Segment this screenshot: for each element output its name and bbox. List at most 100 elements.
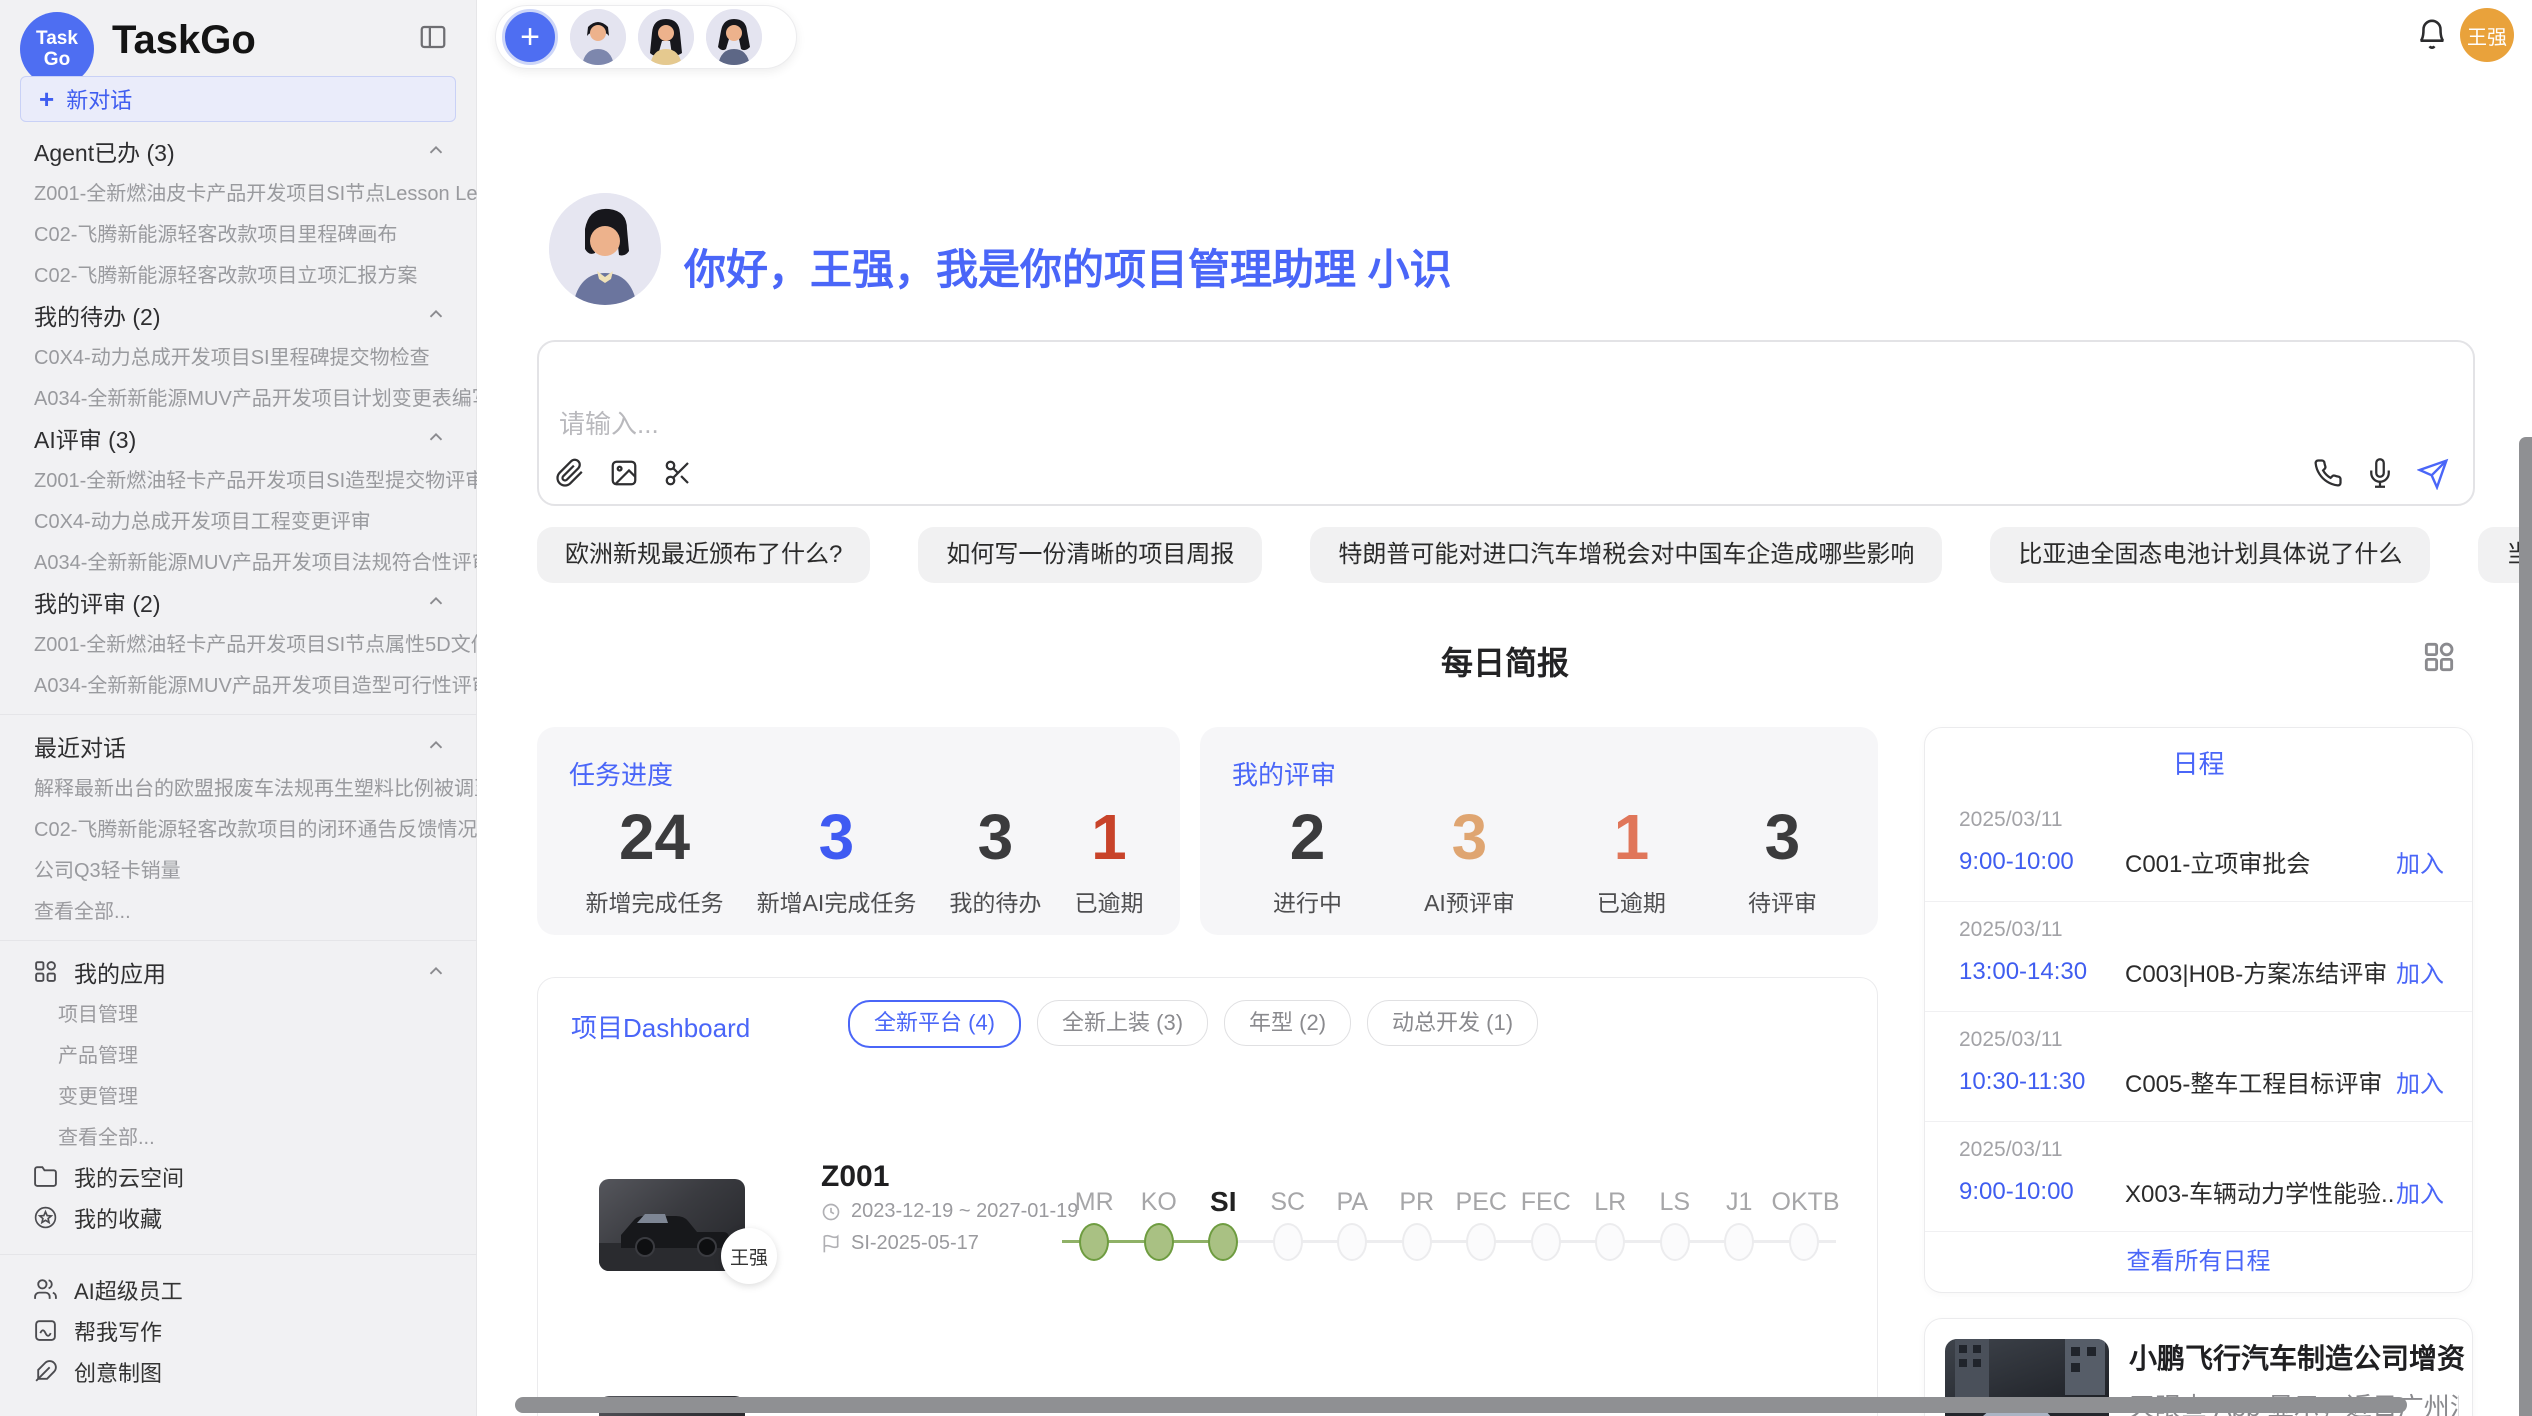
list-item[interactable]: C02-飞腾新能源轻客改款项目立项汇报方案 [0, 253, 477, 294]
project-row-z001[interactable]: 王强 Z001 2023-12-19 ~ 2027-01-19 SI-2025-… [538, 1076, 1879, 1236]
paperclip-icon[interactable] [555, 458, 587, 490]
sidebar-item-project-mgmt[interactable]: 项目管理 [0, 992, 477, 1033]
list-item[interactable]: C0X4-动力总成开发项目SI里程碑提交物检查 [0, 335, 477, 376]
sidebar-item-cloud-space[interactable]: 我的云空间 [0, 1156, 477, 1197]
schedule-event[interactable]: 2025/03/11 10:30-11:30C005-整车工程目标评审加入 [1925, 1012, 2472, 1122]
list-item[interactable]: Z001-全新燃油轻卡产品开发项目SI节点属性5D文件评审 [0, 622, 477, 663]
chevron-up-icon[interactable] [425, 304, 447, 326]
suggestion-chip[interactable]: 特朗普可能对进口汽车增税会对中国车企造成哪些影响 [1310, 527, 1942, 583]
sidebar-item-favorites[interactable]: 我的收藏 [0, 1197, 477, 1238]
sidebar-item-ai-super-staff[interactable]: AI超级员工 [0, 1269, 477, 1310]
milestone-label: LS [1643, 1182, 1708, 1222]
tab-new-platform[interactable]: 全新平台 (4) [848, 1000, 1021, 1048]
list-item[interactable]: Z001-全新燃油皮卡产品开发项目SI节点Lesson Learn报告 [0, 171, 477, 212]
milestone-node [1531, 1223, 1561, 1261]
image-icon[interactable] [609, 458, 641, 490]
user-name: 王强 [2467, 21, 2507, 50]
suggestion-chip[interactable]: 如何写一份清晰的项目周报 [918, 527, 1262, 583]
section-my-apps[interactable]: 我的应用 [0, 951, 477, 992]
scissors-icon[interactable] [663, 458, 695, 490]
list-item[interactable]: A034-全新新能源MUV产品开发项目法规符合性评审 [0, 540, 477, 581]
list-item[interactable]: 公司Q3轻卡销量 [0, 848, 477, 889]
greeting-text: 你好，王强，我是你的项目管理助理 小识 [684, 236, 1452, 297]
sidebar-collapse-icon[interactable] [418, 22, 448, 52]
milestone-node [1466, 1223, 1496, 1261]
send-icon[interactable] [2417, 458, 2449, 490]
mic-icon[interactable] [2365, 458, 2397, 490]
sidebar-item-label: 帮我写作 [74, 1315, 162, 1347]
section-my-todo[interactable]: 我的待办 (2) [0, 294, 477, 335]
join-button[interactable]: 加入 [2396, 844, 2444, 879]
chevron-up-icon[interactable] [425, 591, 447, 613]
avatar[interactable] [638, 9, 694, 65]
sidebar-item-change-mgmt[interactable]: 变更管理 [0, 1074, 477, 1115]
schedule-event[interactable]: 2025/03/11 9:00-10:00C001-立项审批会加入 [1925, 792, 2472, 902]
section-title: 最近对话 [34, 729, 126, 763]
schedule-event[interactable]: 2025/03/11 13:00-14:30C003|H0B-方案冻结评审加入 [1925, 902, 2472, 1012]
recent-view-all[interactable]: 查看全部... [0, 889, 477, 930]
milestone-label: PR [1385, 1182, 1450, 1222]
chevron-up-icon[interactable] [425, 961, 447, 983]
layout-grid-icon[interactable] [2420, 638, 2458, 676]
stat-ai-preview: 3AI预评审 [1424, 798, 1515, 918]
avatar[interactable] [706, 9, 762, 65]
folder-icon [33, 1164, 58, 1189]
user-avatar[interactable]: 王强 [2460, 8, 2514, 62]
phone-icon[interactable] [2313, 458, 2345, 490]
taskgo-logo: Task Go [20, 12, 94, 86]
milestone-label: LR [1578, 1182, 1643, 1222]
stat-label: 待评审 [1748, 884, 1817, 918]
list-item[interactable]: 解释最新出台的欧盟报废车法规再生塑料比例被调至15%... [0, 766, 477, 807]
suggestion-chip[interactable]: 欧洲新规最近颁布了什么? [537, 527, 870, 583]
event-date: 2025/03/11 [1959, 808, 2444, 832]
vertical-scrollbar[interactable] [2519, 437, 2532, 1416]
list-item[interactable]: Z001-全新燃油轻卡产品开发项目SI造型提交物评审 [0, 458, 477, 499]
milestone-label: PA [1320, 1182, 1385, 1222]
tab-powertrain[interactable]: 动总开发 (1) [1367, 1000, 1538, 1046]
stat-label: 已逾期 [1597, 884, 1666, 918]
suggestion-chip[interactable]: 比亚迪全固态电池计划具体说了什么 [1990, 527, 2430, 583]
chevron-up-icon[interactable] [425, 140, 447, 162]
join-button[interactable]: 加入 [2396, 954, 2444, 989]
view-all-schedule[interactable]: 查看所有日程 [1925, 1232, 2472, 1292]
list-item[interactable]: C02-飞腾新能源轻客改款项目的闭环通告反馈情况 [0, 807, 477, 848]
avatar[interactable] [570, 9, 626, 65]
sidebar-item-help-me-write[interactable]: 帮我写作 [0, 1310, 477, 1351]
stat-value: 1 [1597, 798, 1666, 876]
tab-model-year[interactable]: 年型 (2) [1224, 1000, 1351, 1046]
list-item[interactable]: A034-全新新能源MUV产品开发项目造型可行性评审 [0, 663, 477, 704]
tab-new-upfit[interactable]: 全新上装 (3) [1037, 1000, 1208, 1046]
section-title: Agent已办 (3) [34, 134, 175, 168]
new-chat-button[interactable]: + 新对话 [20, 76, 456, 122]
horizontal-scrollbar[interactable] [515, 1397, 2407, 1413]
section-recent-chats[interactable]: 最近对话 [0, 725, 477, 766]
app-title: TaskGo [112, 18, 256, 63]
join-button[interactable]: 加入 [2396, 1174, 2444, 1209]
sidebar-item-product-mgmt[interactable]: 产品管理 [0, 1033, 477, 1074]
chevron-up-icon[interactable] [425, 735, 447, 757]
section-title: 我的待办 (2) [34, 298, 161, 332]
add-session-button[interactable]: + [502, 9, 558, 65]
apps-view-all[interactable]: 查看全部... [0, 1115, 477, 1156]
milestone-node [1208, 1223, 1238, 1261]
section-my-review[interactable]: 我的评审 (2) [0, 581, 477, 622]
milestone-node [1789, 1223, 1819, 1261]
milestone-node [1402, 1223, 1432, 1261]
schedule-event[interactable]: 2025/03/11 9:00-10:00X003-车辆动力学性能验...加入 [1925, 1122, 2472, 1232]
list-item[interactable]: A034-全新新能源MUV产品开发项目计划变更表编写 [0, 376, 477, 417]
chevron-up-icon[interactable] [425, 427, 447, 449]
chat-input[interactable]: 请输入... [537, 340, 2475, 506]
stat-my-todo: 3我的待办 [949, 798, 1041, 918]
milestone-label: MR [1062, 1182, 1127, 1222]
stat-new-done: 24新增完成任务 [586, 798, 724, 918]
new-chat-label: 新对话 [66, 83, 132, 115]
logo-line2: Go [44, 49, 70, 70]
join-button[interactable]: 加入 [2396, 1064, 2444, 1099]
bell-icon[interactable] [2415, 18, 2449, 52]
pen-icon [33, 1359, 58, 1384]
section-agent-done[interactable]: Agent已办 (3) [0, 130, 477, 171]
list-item[interactable]: C02-飞腾新能源轻客改款项目里程碑画布 [0, 212, 477, 253]
list-item[interactable]: C0X4-动力总成开发项目工程变更评审 [0, 499, 477, 540]
sidebar-item-creative-drawing[interactable]: 创意制图 [0, 1351, 477, 1392]
section-ai-review[interactable]: AI评审 (3) [0, 417, 477, 458]
